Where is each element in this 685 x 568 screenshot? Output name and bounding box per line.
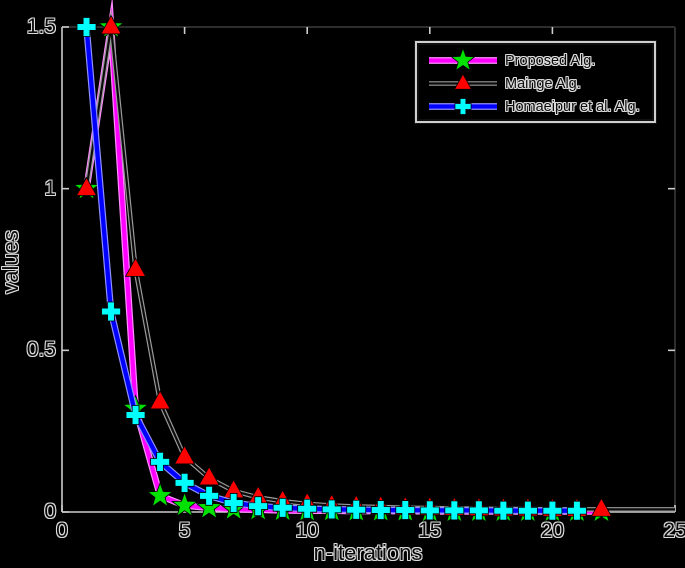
plus-marker: [76, 17, 97, 37]
triangle-marker: [173, 445, 196, 465]
plus-marker: [346, 499, 367, 520]
legend-item-mainge: Mainge Alg.: [419, 72, 652, 95]
legend-sample-plus-line: [429, 98, 497, 115]
x-tick-label-5: 25: [663, 519, 685, 542]
x-tick-label-2: 10: [295, 519, 319, 542]
plus-marker: [101, 301, 121, 322]
x-tick-label-4: 20: [540, 519, 565, 542]
x-tick-label-1: 5: [178, 519, 191, 542]
legend-sample-star-line: [429, 49, 497, 72]
y-tick-label-3: 1.5: [26, 15, 56, 38]
legend-label: Mainge Alg.: [505, 75, 581, 92]
star-marker: [146, 481, 174, 508]
x-tick-label-3: 15: [418, 519, 442, 542]
plus-marker: [454, 98, 472, 115]
legend-item-proposed: Proposed Alg.: [419, 49, 652, 72]
y-tick-label-1: 0.5: [26, 338, 56, 362]
legend: Proposed Alg. Mainge Alg. Homaeipur et a…: [417, 43, 654, 121]
y-tick-label-0: 0: [44, 500, 56, 523]
star-marker: [450, 49, 476, 72]
figure: n-iterations values Proposed Alg. Mainge…: [0, 0, 685, 568]
y-axis-title: values: [0, 230, 23, 294]
legend-label: Proposed Alg.: [505, 52, 596, 69]
legend-label: Homaeipur et al. Alg.: [505, 98, 640, 115]
y-tick-label-2: 1: [44, 176, 56, 200]
legend-sample-triangle-line: [429, 73, 497, 90]
legend-item-homaeipur: Homaeipur et al. Alg.: [419, 95, 652, 118]
triangle-marker: [149, 390, 171, 410]
